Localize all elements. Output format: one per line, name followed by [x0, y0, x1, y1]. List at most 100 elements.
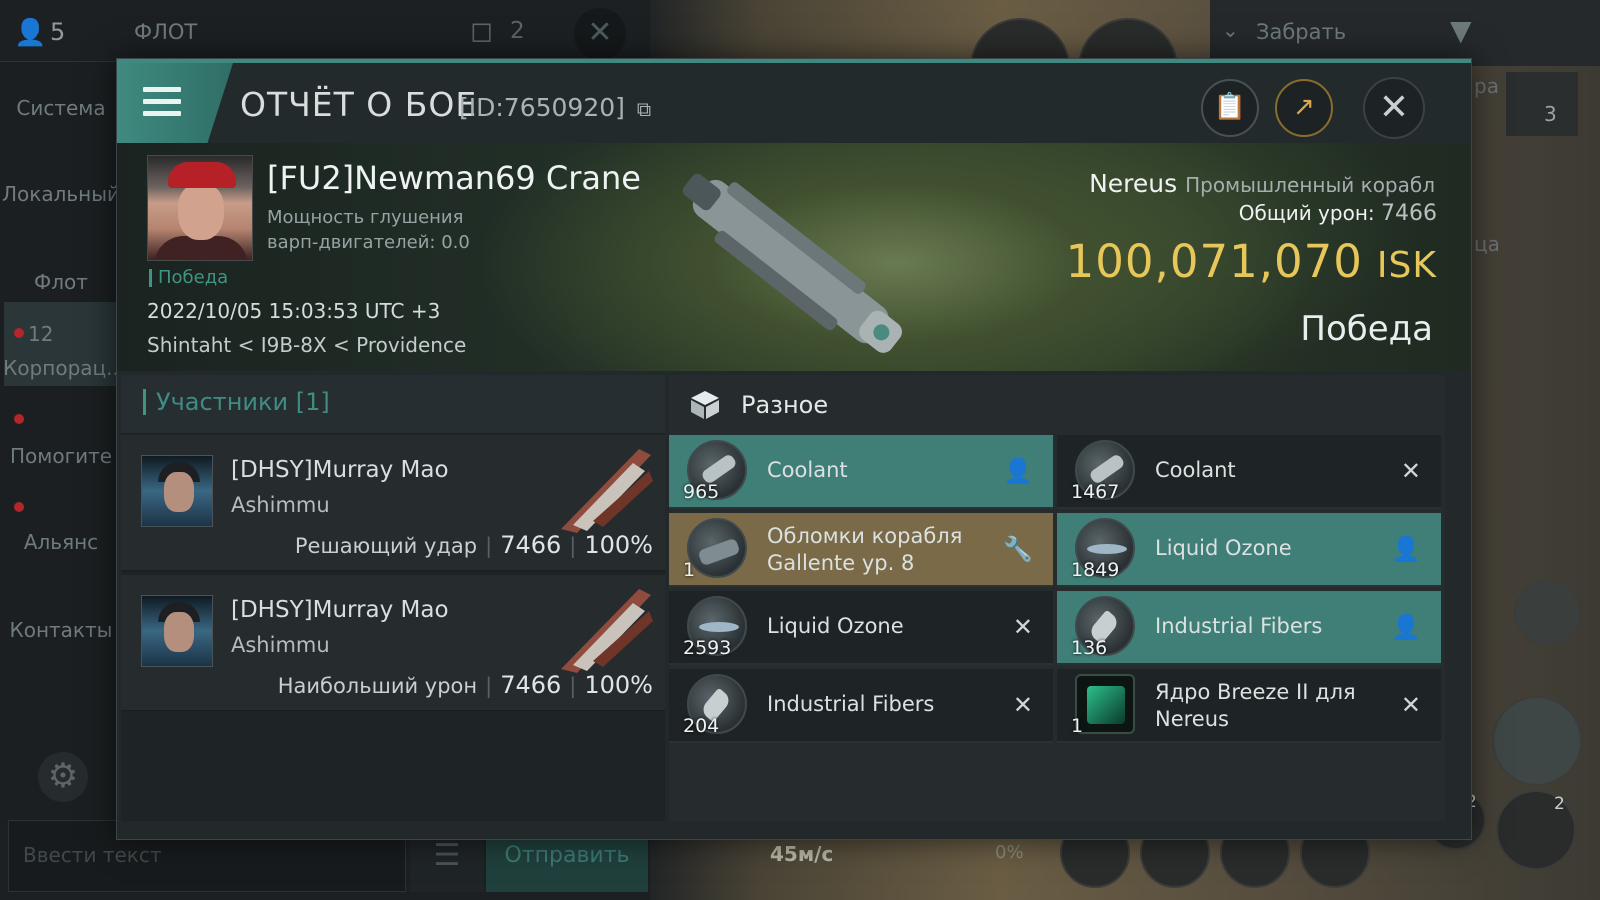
- core-icon: [1075, 674, 1135, 734]
- item-qty: 1467: [1071, 481, 1120, 503]
- items-header: Разное: [669, 375, 1445, 433]
- participant-role: Решающий удар: [294, 534, 478, 558]
- item-row[interactable]: 1467 Coolant ✕: [1057, 435, 1441, 509]
- participant-role: Наибольший урон: [277, 674, 478, 698]
- report-id[interactable]: [ID:7650920] ⧉: [459, 93, 651, 122]
- total-damage-label: Общий урон:: [1238, 201, 1375, 225]
- chat-channel-alliance[interactable]: Альянс: [0, 530, 122, 554]
- victim-ship-image[interactable]: [657, 153, 927, 368]
- participant-name: [DHSY]Murray Mao: [231, 597, 449, 623]
- module-count: 2: [1554, 794, 1565, 814]
- item-row[interactable]: 965 Coolant 👤: [669, 435, 1053, 509]
- side-panel-button[interactable]: 3: [1506, 72, 1578, 136]
- dropped-user-icon: 👤: [1003, 457, 1033, 485]
- chat-sidebar: Система Локальный Флот 12 Корпорац.. Пом…: [0, 62, 122, 822]
- participants-header: Участники [1]: [121, 375, 665, 433]
- participant-damage: 7466: [500, 531, 562, 559]
- side-partial-text: ца: [1474, 232, 1500, 256]
- menu-icon: [143, 99, 181, 104]
- participant-stats: Решающий удар | 7466 | 100%: [294, 531, 653, 559]
- close-icon: ✕: [1378, 87, 1410, 128]
- result-tag: Победа: [149, 269, 228, 287]
- combat-report-modal: ОТЧЁТ О БОЕ [ID:7650920] ⧉ 📋 ↗ ✕ [FU2]Ne…: [116, 58, 1472, 840]
- item-qty: 1: [1071, 715, 1084, 737]
- chat-channel-contacts[interactable]: Контакты: [0, 618, 122, 642]
- module-slot[interactable]: 2: [1496, 790, 1576, 870]
- close-button[interactable]: ✕: [1363, 77, 1425, 139]
- chat-channel-help[interactable]: Помогите: [0, 444, 122, 468]
- clipboard-icon: 📋: [1213, 92, 1247, 122]
- module-slot[interactable]: [1492, 696, 1582, 786]
- unread-dot: [14, 502, 24, 512]
- victim-banner: [FU2]Newman69 Crane Мощность глушения ва…: [117, 143, 1471, 371]
- chat-channel-system[interactable]: Система: [0, 96, 122, 120]
- speed-readout: 45м/с: [770, 842, 834, 866]
- item-row[interactable]: 1 Ядро Breeze II для Nereus ✕: [1057, 669, 1441, 743]
- item-qty: 136: [1071, 637, 1108, 659]
- menu-button[interactable]: [117, 63, 233, 143]
- item-row[interactable]: 2593 Liquid Ozone ✕: [669, 591, 1053, 665]
- side-count: 3: [1544, 102, 1557, 126]
- throttle-readout: 0%: [995, 842, 1024, 863]
- participants-panel: Участники [1] [DHSY]Murray Mao Ashimmu Р…: [121, 375, 665, 821]
- window-count: 2: [510, 18, 525, 44]
- share-icon: ↗: [1293, 92, 1315, 122]
- report-id-text: [ID:7650920]: [459, 93, 625, 122]
- destroyed-x-icon: ✕: [1400, 457, 1421, 485]
- participant-row[interactable]: [DHSY]Murray Mao Ashimmu Решающий удар | 7…: [121, 435, 665, 571]
- ship-class: Промышленный корабл: [1185, 173, 1435, 197]
- participant-name: [DHSY]Murray Mao: [231, 457, 449, 483]
- victim-name[interactable]: [FU2]Newman69 Crane: [267, 159, 641, 197]
- share-button[interactable]: ↗: [1275, 79, 1333, 137]
- participant-row[interactable]: [DHSY]Murray Mao Ashimmu Наибольший урон…: [121, 575, 665, 711]
- participant-damage: 7466: [500, 671, 562, 699]
- item-row[interactable]: 204 Industrial Fibers ✕: [669, 669, 1053, 743]
- modal-header: ОТЧЁТ О БОЕ [ID:7650920] ⧉ 📋 ↗ ✕: [117, 59, 1471, 143]
- item-row[interactable]: 1849 Liquid Ozone 👤: [1057, 513, 1441, 587]
- item-row[interactable]: 136 Industrial Fibers 👤: [1057, 591, 1441, 665]
- corp-unread-count: 12: [28, 322, 54, 346]
- warp-jam-strength: Мощность глушения варп-двигателей: 0.0: [267, 207, 470, 253]
- take-label[interactable]: Забрать: [1256, 20, 1346, 44]
- item-qty: 2593: [683, 637, 732, 659]
- participant-ship-image: [561, 449, 653, 533]
- copy-icon[interactable]: ⧉: [637, 97, 651, 121]
- isk-loss: 100,071,070 ISK: [1066, 235, 1437, 288]
- items-panel: Разное 965 Coolant 👤 1467 Coolant ✕ 1 Об…: [669, 375, 1445, 821]
- menu-icon: [143, 111, 181, 116]
- participant-avatar: [141, 455, 213, 527]
- fleet-tab-label[interactable]: ФЛОТ: [134, 20, 197, 44]
- window-icon[interactable]: ◻: [470, 14, 493, 47]
- fleet-close-icon[interactable]: ✕: [574, 8, 626, 60]
- total-damage-value: 7466: [1381, 201, 1437, 226]
- victim-avatar[interactable]: [147, 155, 253, 261]
- item-name: Coolant: [1155, 458, 1236, 482]
- participant-stats: Наибольший урон | 7466 | 100%: [277, 671, 653, 699]
- dropped-user-icon: 👤: [1391, 613, 1421, 641]
- total-damage: Общий урон: 7466: [1239, 201, 1437, 226]
- chat-channel-fleet[interactable]: Флот: [0, 270, 122, 294]
- cargo-box-icon: [691, 391, 719, 419]
- kill-location[interactable]: Shintaht < I9B-8X < Providence: [147, 333, 466, 357]
- item-name: Обломки корабля Gallente ур. 8: [767, 524, 963, 575]
- pilot-count-icon: 👤: [14, 18, 47, 48]
- item-qty: 1: [683, 559, 696, 581]
- item-qty: 1849: [1071, 559, 1120, 581]
- chat-channel-corp[interactable]: Корпорац..: [0, 356, 122, 380]
- chat-channel-local[interactable]: Локальный: [0, 182, 122, 206]
- destroyed-x-icon: ✕: [1012, 613, 1033, 641]
- filter-icon[interactable]: ▼: [1450, 14, 1472, 47]
- unread-dot: [14, 328, 24, 338]
- item-row[interactable]: 1 Обломки корабля Gallente ур. 8 🔧: [669, 513, 1053, 587]
- item-name: Liquid Ozone: [1155, 536, 1292, 560]
- swap-icon[interactable]: [1514, 580, 1580, 646]
- gear-icon[interactable]: ⚙: [38, 752, 88, 802]
- victim-ship[interactable]: Nereus Промышленный корабл: [1089, 169, 1435, 198]
- item-name: Industrial Fibers: [767, 692, 935, 716]
- dropped-user-icon: 👤: [1391, 535, 1421, 563]
- clipboard-button[interactable]: 📋: [1201, 79, 1259, 137]
- destroyed-x-icon: ✕: [1012, 691, 1033, 719]
- chevron-down-icon[interactable]: ⌄: [1222, 18, 1239, 42]
- fleet-topbar: 👤 5 ФЛОТ ◻ 2 ✕: [0, 0, 650, 62]
- participants-title[interactable]: Участники [1]: [143, 389, 330, 415]
